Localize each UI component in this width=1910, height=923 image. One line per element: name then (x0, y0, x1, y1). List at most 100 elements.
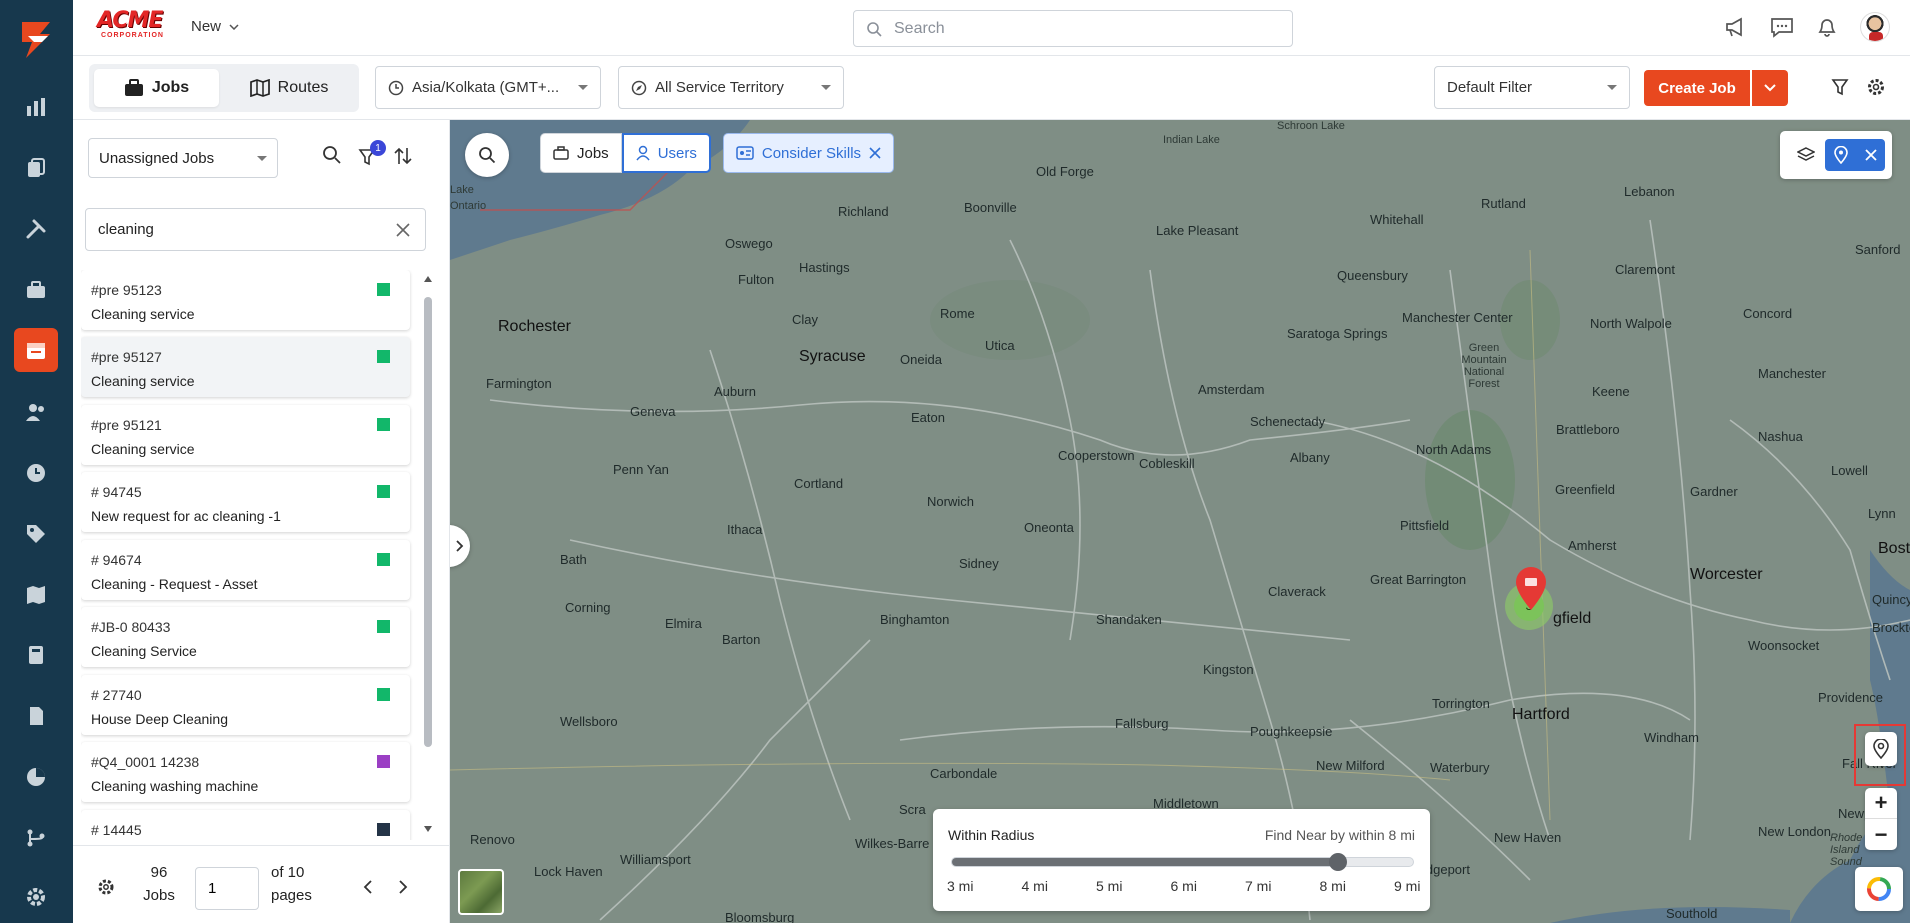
location-pin-icon (1833, 146, 1848, 164)
nav-jobs[interactable] (18, 272, 54, 308)
map-place-label: Wellsboro (560, 714, 618, 729)
tab-routes[interactable]: Routes (224, 69, 354, 107)
map-place-label: North Walpole (1590, 316, 1672, 331)
create-job-menu-button[interactable] (1752, 70, 1788, 106)
job-count: 96 Jobs (143, 864, 175, 904)
nav-schedule[interactable] (14, 328, 58, 372)
new-dropdown[interactable]: New (191, 18, 239, 35)
nav-dashboard[interactable] (18, 89, 54, 125)
compass-icon (631, 80, 647, 95)
chevron-left-icon[interactable] (363, 880, 373, 894)
filter-icon[interactable] (1831, 78, 1849, 96)
briefcase-icon (27, 281, 45, 298)
job-search-input[interactable] (85, 208, 426, 251)
acme-logo[interactable]: ACME CORPORATION (97, 10, 169, 42)
search-icon[interactable] (322, 145, 342, 165)
map-place-label: Lebanon (1624, 184, 1675, 199)
job-number: # 94745 (91, 484, 142, 500)
panel-filter-button[interactable]: 1 (358, 140, 386, 166)
zoom-in-button[interactable]: + (1865, 788, 1897, 819)
nav-copy[interactable] (18, 150, 54, 186)
radius-slider[interactable] (951, 853, 1414, 871)
default-filter-dropdown[interactable]: Default Filter (1434, 66, 1630, 109)
jobs-scrollbar[interactable] (422, 275, 434, 835)
job-card[interactable]: #JB-0 80433 Cleaning Service (81, 607, 410, 667)
gear-icon[interactable] (97, 878, 115, 896)
chip-users[interactable]: Users (621, 133, 711, 173)
layers-icon[interactable] (1797, 146, 1815, 164)
satellite-toggle[interactable] (458, 869, 504, 915)
chip-consider-skills[interactable]: Consider Skills (722, 133, 895, 173)
map-place-label: Boonville (964, 200, 1017, 215)
list-type-dropdown[interactable]: Unassigned Jobs (88, 138, 278, 178)
app-logo-icon[interactable] (14, 18, 58, 62)
map-pin-icon[interactable] (1513, 566, 1549, 612)
sort-icon[interactable] (393, 146, 413, 166)
map-place-label: New Milford (1316, 758, 1385, 773)
clear-icon[interactable] (395, 222, 411, 238)
job-card[interactable]: #Q4_0001 14238 Cleaning washing machine (81, 742, 410, 802)
bell-icon[interactable] (1816, 16, 1838, 38)
map-search-button[interactable] (465, 133, 509, 177)
nav-workflow[interactable] (18, 820, 54, 856)
job-card[interactable]: # 94674 Cleaning - Request - Asset (81, 540, 410, 600)
map-place-label: Cooperstown (1058, 448, 1135, 463)
map-place-label: Eaton (911, 410, 945, 425)
global-search[interactable]: Search (853, 10, 1293, 47)
create-job-button[interactable]: Create Job (1644, 70, 1750, 106)
default-filter-value: Default Filter (1447, 79, 1533, 96)
scroll-down-icon[interactable] (423, 825, 433, 833)
map-place-label: Pittsfield (1400, 518, 1450, 533)
job-card[interactable]: #pre 95123 Cleaning service (81, 270, 410, 330)
recenter-location-button[interactable] (1865, 732, 1897, 766)
chevron-right-icon[interactable] (398, 880, 408, 894)
chat-icon[interactable] (1770, 16, 1794, 38)
scroll-up-icon[interactable] (423, 275, 433, 283)
nav-settings[interactable] (18, 879, 54, 915)
job-title: New request for ac cleaning -1 (91, 508, 281, 524)
gear-icon (27, 888, 45, 906)
nav-time[interactable] (18, 455, 54, 491)
map-place-label: Woonsocket (1748, 638, 1820, 653)
map-place-label: New London (1758, 824, 1831, 839)
nav-tools[interactable] (18, 211, 54, 247)
map-view[interactable]: Rochester Syracuse Utica Schenectady Albany I… (450, 120, 1910, 923)
scrollbar-thumb[interactable] (424, 297, 432, 747)
chevron-down-icon (229, 23, 239, 30)
job-card[interactable]: #pre 95121 Cleaning service (81, 405, 410, 465)
google-assistant-button[interactable] (1855, 867, 1903, 911)
chevron-down-icon (1764, 84, 1776, 92)
megaphone-icon[interactable] (1724, 16, 1748, 38)
close-icon[interactable] (869, 147, 881, 159)
job-card[interactable]: #pre 95127 Cleaning service (81, 337, 410, 397)
timezone-dropdown[interactable]: Asia/Kolkata (GMT+... (375, 66, 601, 109)
map-place-label: Ithaca (727, 522, 763, 537)
zoom-out-button[interactable]: − (1865, 819, 1897, 850)
job-card[interactable]: # 14445 (81, 810, 410, 840)
map-place-label: Rutland (1481, 196, 1526, 211)
tab-jobs[interactable]: Jobs (94, 69, 219, 107)
nav-pricing[interactable] (18, 516, 54, 552)
nav-users[interactable] (18, 394, 54, 430)
view-switcher: Jobs Routes (89, 64, 359, 112)
nav-reports[interactable] (18, 759, 54, 795)
job-number: #JB-0 80433 (91, 619, 171, 635)
job-card[interactable]: # 94745 New request for ac cleaning -1 (81, 472, 410, 532)
radius-slider-handle[interactable] (1328, 853, 1347, 871)
map-place-label: Rome (940, 306, 975, 321)
map-place-label: Lynn (1868, 506, 1896, 521)
sub-toolbar: Jobs Routes Asia/Kolkata (GMT+... All Se… (73, 56, 1910, 120)
gear-icon[interactable] (1866, 77, 1886, 97)
nav-calculator[interactable] (18, 637, 54, 673)
location-toggle[interactable] (1825, 139, 1885, 171)
page-number-input[interactable] (195, 867, 259, 910)
chip-jobs[interactable]: Jobs (540, 133, 622, 173)
territory-dropdown[interactable]: All Service Territory (618, 66, 844, 109)
clock-icon (388, 80, 404, 95)
job-card[interactable]: # 27740 House Deep Cleaning (81, 675, 410, 735)
nav-files[interactable] (18, 698, 54, 734)
map-place-label: Sidney (959, 556, 999, 571)
chip-skills-label: Consider Skills (761, 144, 862, 162)
user-avatar[interactable] (1860, 12, 1890, 42)
nav-map[interactable] (18, 577, 54, 613)
